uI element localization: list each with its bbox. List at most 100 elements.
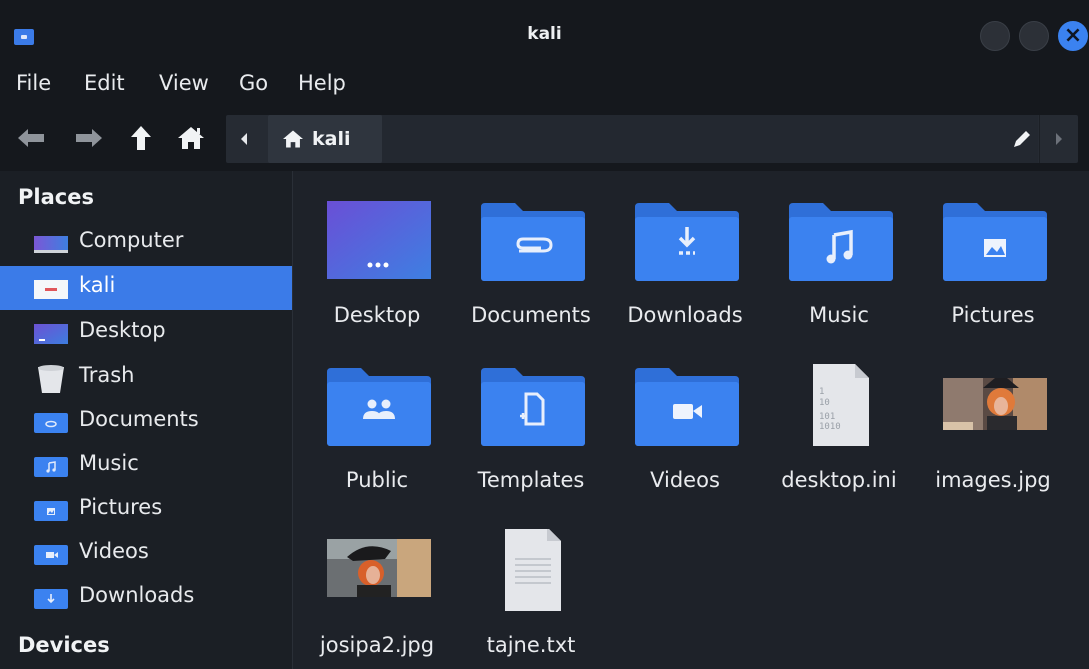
sidebar-item-label: Music (79, 451, 139, 475)
sidebar-item-label: Pictures (79, 495, 163, 519)
path-bar: kali (226, 115, 1078, 163)
svg-text:10: 10 (819, 398, 830, 408)
sidebar-item-label: kali (79, 273, 116, 297)
chevron-right-icon (1056, 133, 1062, 145)
pictures-folder-icon (943, 203, 1047, 281)
file-name: desktop.ini (781, 468, 897, 492)
sidebar-heading-devices: Devices (18, 633, 110, 657)
up-button[interactable] (124, 121, 158, 155)
window-title: kali (527, 24, 562, 44)
sidebar-item-pictures[interactable]: Pictures (0, 488, 292, 532)
back-arrow-icon (18, 129, 44, 147)
image-thumbnail-icon (943, 378, 1047, 430)
forward-button[interactable] (72, 121, 106, 155)
file-item-templates[interactable]: Templates (454, 336, 608, 496)
file-name: Templates (477, 468, 585, 492)
documents-folder-icon (481, 203, 585, 281)
menu-edit[interactable]: Edit (84, 71, 125, 95)
pictures-folder-icon (34, 501, 68, 521)
file-name: tajne.txt (486, 633, 576, 657)
file-name: images.jpg (935, 468, 1051, 492)
path-crumb-label: kali (312, 128, 351, 150)
file-item-desktop-ini[interactable]: 1 10 101 1010 desktop.ini (762, 336, 916, 496)
close-button[interactable]: × (1058, 21, 1088, 51)
binary-file-icon: 110 1011010 (813, 364, 869, 446)
sidebar: Places Computer kali Desktop Trash Docum… (0, 171, 293, 669)
file-name: josipa2.jpg (319, 633, 435, 657)
up-arrow-icon (131, 126, 151, 150)
file-name: Videos (650, 468, 720, 492)
file-name: Downloads (627, 303, 743, 327)
path-scroll-left-button[interactable] (226, 115, 262, 163)
documents-folder-icon (34, 413, 68, 433)
menu-bar: File Edit View Go Help (0, 67, 1089, 109)
file-item-images-jpg[interactable]: images.jpg (916, 336, 1070, 496)
file-item-downloads[interactable]: Downloads (608, 171, 762, 331)
file-item-documents[interactable]: Documents (454, 171, 608, 331)
sidebar-item-trash[interactable]: Trash (0, 356, 292, 400)
sidebar-item-videos[interactable]: Videos (0, 532, 292, 576)
file-view: Desktop Documents Downloads Music Pictur… (293, 171, 1089, 669)
chevron-left-icon (241, 133, 247, 145)
home-icon (283, 130, 303, 148)
home-folder-icon (34, 280, 68, 299)
title-bar: kali × (0, 0, 1089, 67)
file-item-tajne-txt[interactable]: tajne.txt (454, 501, 608, 661)
back-button[interactable] (14, 121, 48, 155)
videos-folder-icon (635, 368, 739, 446)
path-crumb-kali[interactable]: kali (268, 115, 382, 163)
sidebar-item-desktop[interactable]: Desktop (0, 311, 292, 355)
svg-text:1010: 1010 (819, 422, 841, 432)
menu-view[interactable]: View (159, 71, 209, 95)
sidebar-item-label: Desktop (79, 318, 166, 342)
file-item-public[interactable]: Public (300, 336, 454, 496)
sidebar-item-label: Videos (79, 539, 149, 563)
file-name: Desktop (333, 303, 421, 327)
text-file-icon (505, 529, 561, 611)
sidebar-item-documents[interactable]: Documents (0, 400, 292, 444)
menu-file[interactable]: File (16, 71, 51, 95)
close-icon: × (1063, 23, 1083, 48)
file-item-pictures[interactable]: Pictures (916, 171, 1070, 331)
music-folder-icon (789, 203, 893, 281)
menu-help[interactable]: Help (298, 71, 346, 95)
file-item-josipa2-jpg[interactable]: josipa2.jpg (300, 501, 454, 661)
downloads-folder-icon (635, 203, 739, 281)
templates-folder-icon (481, 368, 585, 446)
file-item-videos[interactable]: Videos (608, 336, 762, 496)
path-scroll-right-button[interactable] (1039, 115, 1078, 163)
sidebar-item-downloads[interactable]: Downloads (0, 576, 292, 620)
trash-icon (38, 365, 64, 393)
menu-go[interactable]: Go (239, 71, 268, 95)
maximize-button[interactable] (1019, 21, 1049, 51)
forward-arrow-icon (76, 129, 102, 147)
file-name: Pictures (951, 303, 1035, 327)
file-name: Documents (471, 303, 591, 327)
public-folder-icon (327, 368, 431, 446)
svg-text:101: 101 (819, 412, 835, 422)
svg-text:1: 1 (819, 387, 824, 397)
sidebar-heading-places: Places (18, 185, 94, 209)
file-item-music[interactable]: Music (762, 171, 916, 331)
edit-path-button[interactable] (1010, 127, 1034, 151)
image-thumbnail-icon (327, 539, 431, 597)
file-name: Music (809, 303, 869, 327)
sidebar-item-label: Documents (79, 407, 199, 431)
sidebar-item-label: Trash (79, 363, 135, 387)
sidebar-item-kali[interactable]: kali (0, 266, 292, 310)
pencil-icon (1014, 131, 1030, 147)
file-item-desktop[interactable]: Desktop (300, 171, 454, 331)
path-field[interactable] (382, 115, 1038, 163)
sidebar-item-label: Computer (79, 228, 184, 252)
computer-icon (34, 236, 68, 253)
minimize-button[interactable] (980, 21, 1010, 51)
desktop-icon (327, 201, 431, 279)
music-folder-icon (34, 457, 68, 477)
home-button[interactable] (174, 121, 208, 155)
sidebar-item-music[interactable]: Music (0, 444, 292, 488)
home-icon (178, 127, 204, 149)
downloads-folder-icon (34, 589, 68, 609)
videos-folder-icon (34, 545, 68, 565)
toolbar: kali (0, 109, 1089, 171)
sidebar-item-computer[interactable]: Computer (0, 221, 292, 265)
